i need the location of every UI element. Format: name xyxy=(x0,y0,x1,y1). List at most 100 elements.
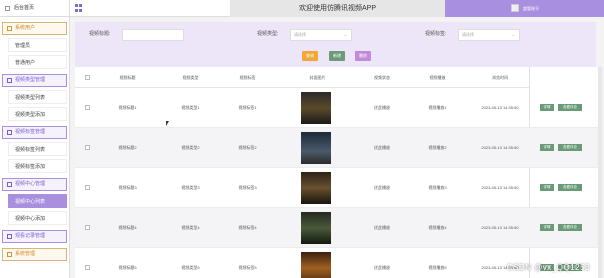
detail-button[interactable]: 详情 xyxy=(540,144,554,151)
title-input[interactable] xyxy=(122,29,184,41)
top-bar: 后台首页 欢迎使用仿腾讯视频APP 超管账号 xyxy=(0,0,604,17)
sidebar-category[interactable]: 系统用户 xyxy=(2,22,67,35)
type-select[interactable]: 请选择 ⌄ xyxy=(290,29,352,41)
avatar xyxy=(511,4,519,12)
cell-play: 视频播放4 xyxy=(428,225,447,230)
review-button[interactable]: 查看评论 xyxy=(558,144,582,151)
cover-image xyxy=(301,132,331,164)
sidebar-item[interactable]: 视频中心列表 xyxy=(8,194,67,208)
column-header[interactable]: 封面图片 xyxy=(300,67,335,88)
row-checkbox[interactable] xyxy=(85,225,90,230)
sidebar-item[interactable]: 视频类型添加 xyxy=(8,107,67,121)
cell-tag: 视频标签3 xyxy=(238,185,257,190)
cell-status: 优此播放 xyxy=(374,185,390,190)
column-header[interactable]: 视频类型 xyxy=(163,67,218,88)
table-row[interactable]: 视频标题2 视频类型2 视频标签2 优此播放 视频播放2 2023-05-13 14:35… xyxy=(75,128,602,168)
mouse-cursor-icon xyxy=(166,121,169,126)
menu-grid-icon[interactable] xyxy=(75,4,83,12)
row-checkbox[interactable] xyxy=(85,265,90,270)
sidebar-category[interactable]: 视频中心管理 xyxy=(2,178,67,191)
tag-select-placeholder: 请选择 xyxy=(462,32,474,37)
cover-image xyxy=(301,172,331,204)
delete-button[interactable]: 删除 xyxy=(355,51,371,61)
folder-icon xyxy=(7,252,12,257)
home-breadcrumb[interactable]: 后台首页 xyxy=(0,0,70,17)
watermark: CSDN @vx_QQ1253 xyxy=(506,263,590,272)
chevron-down-icon: ⌄ xyxy=(343,32,347,37)
column-header[interactable]: 浏览时间 xyxy=(470,67,530,88)
username: 超管账号 xyxy=(523,6,539,11)
cell-status: 优此播放 xyxy=(374,265,390,270)
column-header[interactable]: 视频播放 xyxy=(415,67,460,88)
detail-button[interactable]: 详情 xyxy=(540,184,554,191)
row-checkbox[interactable] xyxy=(85,105,90,110)
sidebar-item-label: 视频标签添加 xyxy=(15,164,46,170)
detail-button[interactable]: 详情 xyxy=(540,224,554,231)
cover-image xyxy=(301,252,331,278)
cell-play: 视频播放3 xyxy=(428,185,447,190)
review-button[interactable]: 查看评论 xyxy=(558,224,582,231)
sidebar-item[interactable]: 视频类型列表 xyxy=(8,90,67,104)
sidebar-item-label: 视频中心管理 xyxy=(15,181,46,187)
table-row[interactable]: 视频标题3 视频类型3 视频标签3 优此播放 视频播放3 2023-05-13 14:35… xyxy=(75,168,602,208)
sidebar-item-label: 普通用户 xyxy=(15,60,36,66)
user-panel[interactable]: 超管账号 xyxy=(445,0,604,17)
cell-tag: 视频标签4 xyxy=(238,225,257,230)
table-row[interactable]: 视频标题4 视频类型4 视频标签4 优此播放 视频播放4 2023-05-13 14:35… xyxy=(75,208,602,248)
sidebar-item-label: 视频类型管理 xyxy=(15,77,46,83)
review-button[interactable]: 查看评论 xyxy=(558,184,582,191)
sidebar-category[interactable]: 系统管理 xyxy=(2,248,67,261)
sidebar-item-label: 视频类型列表 xyxy=(15,95,46,101)
sidebar-item-label: 系统用户 xyxy=(15,25,36,31)
cell-time: 2023-05-13 14:35:50 xyxy=(481,185,519,190)
cell-time: 2023-05-13 14:35:50 xyxy=(481,105,519,110)
sidebar-category[interactable]: 观看记录管理 xyxy=(2,230,67,243)
folder-icon xyxy=(7,78,12,83)
cell-tag: 视频标签5 xyxy=(238,265,257,270)
sidebar-item[interactable]: 视频标签添加 xyxy=(8,159,67,173)
column-header[interactable]: 视频标签 xyxy=(220,67,275,88)
cell-status: 优此播放 xyxy=(374,225,390,230)
cell-time: 2023-05-13 14:35:50 xyxy=(481,145,519,150)
search-button[interactable]: 查询 xyxy=(302,51,318,61)
column-header[interactable]: 视频状态 xyxy=(357,67,407,88)
sidebar-item-label: 视频中心添加 xyxy=(15,216,46,222)
cell-title: 视频标题2 xyxy=(118,145,137,150)
tag-select[interactable]: 请选择 ⌄ xyxy=(458,29,520,41)
sidebar-item-label: 视频标签列表 xyxy=(15,147,46,153)
sidebar-item-label: 观看记录管理 xyxy=(15,233,46,239)
add-button[interactable]: 新增 xyxy=(329,51,345,61)
video-table: 视频标题视频类型视频标签封面图片视频状态视频播放浏览时间操作 视频标题1视频类型… xyxy=(75,67,602,278)
tag-label: 视频标签: xyxy=(425,31,447,37)
table-row[interactable]: 视频标题1 视频类型1 视频标签1 优此播放 视频播放1 2023-05-13 14:35… xyxy=(75,88,602,128)
cell-play: 视频播放1 xyxy=(428,105,447,110)
app-title: 欢迎使用仿腾讯视频APP xyxy=(230,0,445,17)
cell-title: 视频标题4 xyxy=(118,225,137,230)
cell-title: 视频标题1 xyxy=(118,105,137,110)
review-button[interactable]: 查看评论 xyxy=(558,104,582,111)
table-scrollbar[interactable] xyxy=(598,67,602,278)
sidebar-item[interactable]: 管理员 xyxy=(8,38,67,52)
sidebar-item-label: 管理员 xyxy=(15,43,31,49)
row-checkbox[interactable] xyxy=(85,185,90,190)
cell-tag: 视频标签1 xyxy=(238,105,257,110)
select-all-checkbox[interactable] xyxy=(85,75,90,80)
row-checkbox[interactable] xyxy=(85,145,90,150)
sidebar-category[interactable]: 视频类型管理 xyxy=(2,74,67,87)
sidebar-item-label: 视频中心列表 xyxy=(15,199,46,205)
home-breadcrumb-label: 后台首页 xyxy=(14,5,35,11)
column-header[interactable]: 视频标题 xyxy=(100,67,155,88)
sidebar-category[interactable]: 视频标签管理 xyxy=(2,126,67,139)
sidebar-item[interactable]: 视频中心添加 xyxy=(8,211,67,225)
cell-title: 视频标题3 xyxy=(118,185,137,190)
cover-image xyxy=(301,92,331,124)
sidebar-item[interactable]: 普通用户 xyxy=(8,55,67,69)
detail-button[interactable]: 详情 xyxy=(540,104,554,111)
sidebar: 系统用户管理员普通用户视频类型管理 视频类型列表视频类型添加 视频标签管理视频标签列… xyxy=(0,17,70,278)
cover-image xyxy=(301,212,331,244)
search-panel: 视频标题: 视频类型: 请选择 ⌄ 视频标签: 请选择 ⌄ 查询 新增 删除 xyxy=(75,22,596,67)
type-label: 视频类型: xyxy=(257,31,279,37)
folder-icon xyxy=(7,130,12,135)
sidebar-item[interactable]: 视频标签列表 xyxy=(8,142,67,156)
home-icon xyxy=(5,6,10,11)
